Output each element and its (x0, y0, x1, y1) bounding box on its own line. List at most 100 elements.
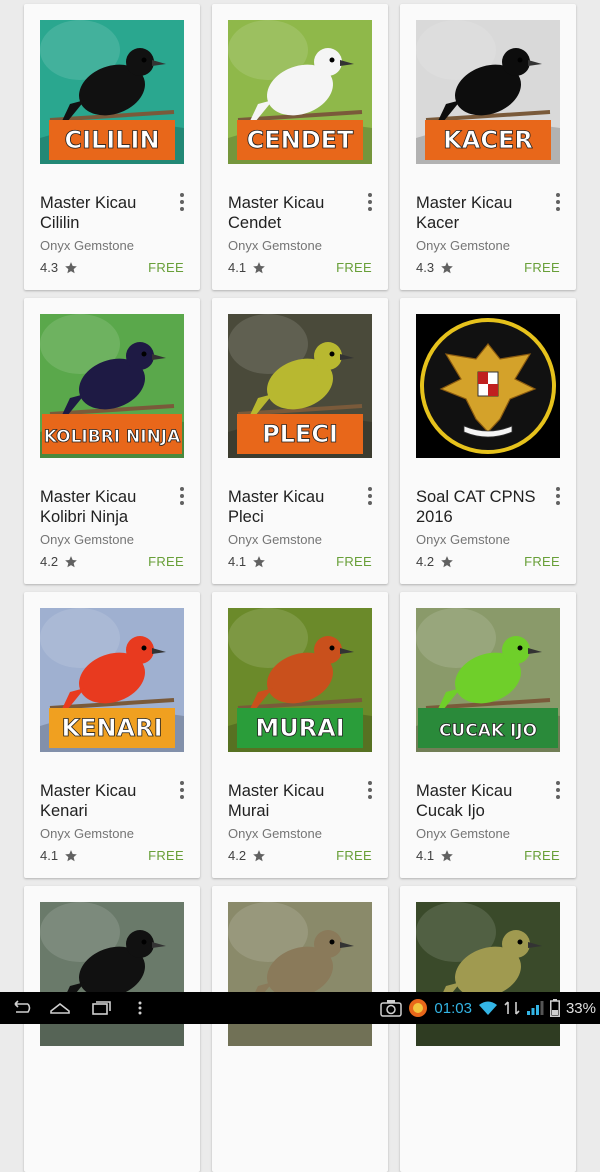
app-rating: 4.3 (40, 260, 78, 275)
app-price[interactable]: FREE (524, 848, 560, 863)
app-title[interactable]: Master Kicau Cililin (40, 193, 170, 233)
star-icon (441, 555, 453, 567)
camera-icon (380, 1000, 403, 1017)
app-icon-image (416, 314, 560, 458)
clock: 01:03 (434, 999, 472, 1017)
app-thumbnail[interactable]: CENDET (228, 20, 372, 164)
app-title[interactable]: Master Kicau Murai (228, 781, 358, 821)
battery-percent: 33% (565, 999, 596, 1017)
app-developer: Onyx Gemstone (40, 532, 134, 547)
app-rating: 4.1 (416, 848, 454, 863)
banner-text: MURAI (255, 714, 344, 742)
more-options-icon[interactable] (550, 191, 566, 213)
app-icon-image: KACER (416, 20, 560, 164)
star-icon (441, 261, 453, 273)
more-options-icon[interactable] (174, 191, 190, 213)
app-price[interactable]: FREE (336, 260, 372, 275)
app-price[interactable]: FREE (148, 260, 184, 275)
banner-text: KENARI (61, 714, 162, 742)
banner-text: CILILIN (64, 126, 159, 154)
status-icons: 01:03 33% (380, 992, 596, 1024)
app-developer: Onyx Gemstone (228, 826, 322, 841)
more-options-icon[interactable] (174, 485, 190, 507)
app-thumbnail[interactable]: CILILIN (40, 20, 184, 164)
app-thumbnail[interactable]: PLECI (228, 314, 372, 458)
banner-text: KOLIBRI NINJA (44, 427, 181, 447)
app-developer: Onyx Gemstone (416, 238, 510, 253)
more-options-icon[interactable] (362, 485, 378, 507)
app-icon-image: PLECI (228, 314, 372, 458)
app-rating: 4.1 (228, 260, 266, 275)
rating-value: 4.2 (416, 554, 435, 569)
app-thumbnail[interactable]: MURAI (228, 608, 372, 752)
overflow-menu-icon[interactable] (128, 998, 152, 1018)
app-card[interactable]: CENDET Master Kicau Cendet Onyx Gemstone 4.… (212, 4, 388, 290)
banner-text: CENDET (247, 126, 354, 154)
app-price[interactable]: FREE (524, 260, 560, 275)
app-price[interactable]: FREE (148, 848, 184, 863)
rating-value: 4.1 (228, 260, 247, 275)
app-icon-image: CUCAK IJO (416, 608, 560, 752)
signal-icon (526, 1001, 544, 1015)
app-card[interactable]: KENARI Master Kicau Kenari Onyx Gemstone 4.… (24, 592, 200, 878)
data-transfer-icon (504, 1001, 520, 1015)
star-icon (253, 555, 265, 567)
app-card[interactable]: KOLIBRI NINJA Master Kicau Kolibri Ninja O… (24, 298, 200, 584)
app-card[interactable]: MURAI Master Kicau Murai Onyx Gemstone 4.2 F… (212, 592, 388, 878)
more-options-icon[interactable] (174, 779, 190, 801)
app-card[interactable] (400, 886, 576, 1172)
wifi-icon (478, 1001, 497, 1015)
app-title[interactable]: Master Kicau Pleci (228, 487, 358, 527)
app-title[interactable]: Master Kicau Kenari (40, 781, 170, 821)
more-options-icon[interactable] (362, 779, 378, 801)
star-icon (441, 849, 453, 861)
more-options-icon[interactable] (550, 779, 566, 801)
app-thumbnail[interactable] (40, 902, 184, 1046)
app-title[interactable]: Soal CAT CPNS 2016 (416, 487, 546, 527)
more-options-icon[interactable] (550, 485, 566, 507)
app-rating: 4.3 (416, 260, 454, 275)
app-icon-image (416, 902, 560, 1046)
app-developer: Onyx Gemstone (228, 238, 322, 253)
app-card[interactable] (212, 886, 388, 1172)
star-icon (253, 849, 265, 861)
star-icon (65, 261, 77, 273)
app-title[interactable]: Master Kicau Kacer (416, 193, 546, 233)
app-thumbnail[interactable]: KOLIBRI NINJA (40, 314, 184, 458)
app-icon-image: KENARI (40, 608, 184, 752)
app-price[interactable]: FREE (336, 554, 372, 569)
app-icon-image (40, 902, 184, 1046)
app-card[interactable] (24, 886, 200, 1172)
more-options-icon[interactable] (362, 191, 378, 213)
app-thumbnail[interactable] (228, 902, 372, 1046)
app-thumbnail[interactable] (416, 314, 560, 458)
app-thumbnail[interactable] (416, 902, 560, 1046)
app-card[interactable]: CUCAK IJO Master Kicau Cucak Ijo Onyx Gems… (400, 592, 576, 878)
app-rating: 4.2 (228, 848, 266, 863)
app-developer: Onyx Gemstone (40, 238, 134, 253)
app-thumbnail[interactable]: KENARI (40, 608, 184, 752)
rating-value: 4.2 (40, 554, 59, 569)
app-title[interactable]: Master Kicau Cendet (228, 193, 358, 233)
app-card[interactable]: Soal CAT CPNS 2016 Onyx Gemstone 4.2 FREE (400, 298, 576, 584)
app-thumbnail[interactable]: KACER (416, 20, 560, 164)
app-title[interactable]: Master Kicau Cucak Ijo (416, 781, 546, 821)
app-card[interactable]: PLECI Master Kicau Pleci Onyx Gemstone 4.1 F… (212, 298, 388, 584)
app-developer: Onyx Gemstone (40, 826, 134, 841)
battery-icon (549, 999, 560, 1017)
app-rating: 4.1 (40, 848, 78, 863)
back-icon[interactable] (8, 998, 32, 1018)
app-price[interactable]: FREE (148, 554, 184, 569)
app-developer: Onyx Gemstone (416, 826, 510, 841)
app-card[interactable]: CILILIN Master Kicau Cililin Onyx Gemstone… (24, 4, 200, 290)
app-thumbnail[interactable]: CUCAK IJO (416, 608, 560, 752)
app-price[interactable]: FREE (524, 554, 560, 569)
app-title[interactable]: Master Kicau Kolibri Ninja (40, 487, 170, 527)
app-card[interactable]: KACER Master Kicau Kacer Onyx Gemstone 4.3 F… (400, 4, 576, 290)
app-price[interactable]: FREE (336, 848, 372, 863)
app-notification-icon (409, 999, 428, 1017)
rating-value: 4.2 (228, 848, 247, 863)
recent-apps-icon[interactable] (88, 998, 112, 1018)
home-icon[interactable] (48, 998, 72, 1018)
system-bar: 01:03 33% (0, 992, 600, 1024)
